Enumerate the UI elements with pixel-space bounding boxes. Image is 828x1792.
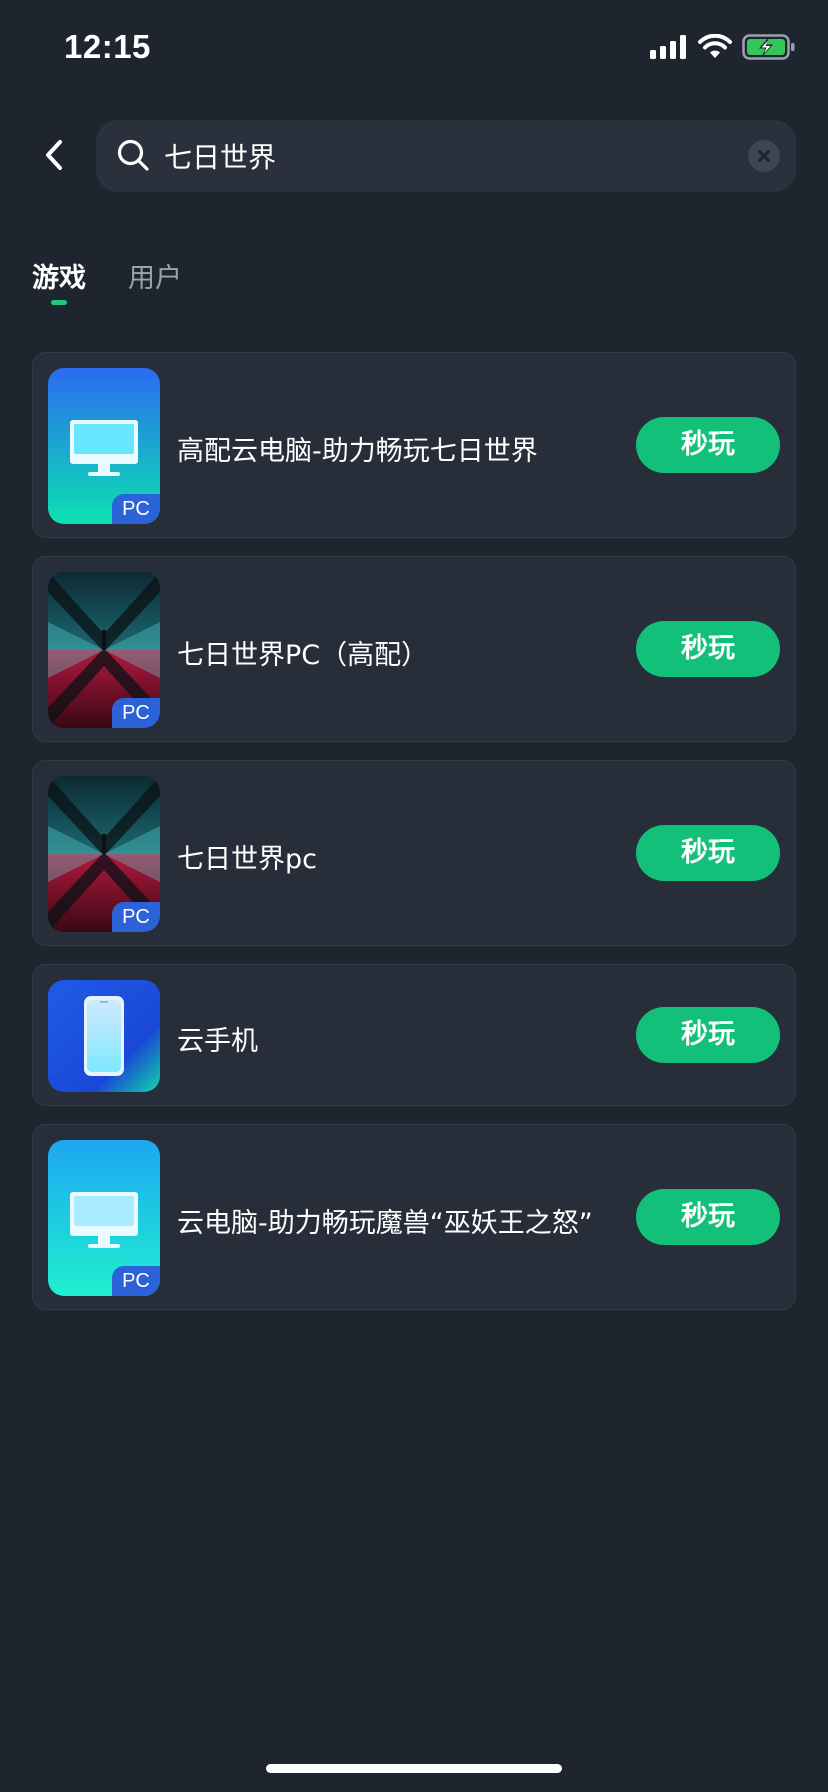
status-time: 12:15 [64, 28, 151, 65]
pc-badge: PC [112, 902, 160, 932]
game-title: 七日世界pc [177, 844, 317, 875]
game-results-list: PC 高配云电脑-助力畅玩七日世界 秒玩 PC 七日世界PC（高配） 秒玩 PC… [32, 352, 796, 1328]
search-results-screen: 12:15 七日世界 游戏 用户 PC 高配云电脑-助力畅玩七日世界 秒玩 PC… [0, 0, 828, 1792]
instant-play-button[interactable]: 秒玩 [636, 1007, 780, 1063]
list-item[interactable]: 云手机 秒玩 [32, 964, 796, 1106]
instant-play-button[interactable]: 秒玩 [636, 621, 780, 677]
search-box[interactable] [96, 120, 796, 192]
list-item[interactable]: PC 七日世界pc 秒玩 [32, 760, 796, 946]
pc-badge: PC [112, 698, 160, 728]
battery-charging-icon [742, 34, 795, 60]
back-button[interactable] [32, 130, 76, 180]
home-indicator[interactable] [266, 1764, 562, 1773]
desktop-monitor-icon: PC [48, 1140, 160, 1296]
list-item[interactable]: PC 高配云电脑-助力畅玩七日世界 秒玩 [32, 352, 796, 538]
once-human-cover-icon: PC [48, 572, 160, 728]
status-bar: 12:15 [0, 0, 828, 100]
list-item[interactable]: PC 七日世界PC（高配） 秒玩 [32, 556, 796, 742]
clear-search-button[interactable] [748, 140, 780, 172]
status-icons [650, 34, 796, 60]
close-icon [758, 150, 770, 162]
game-title: 七日世界PC（高配） [177, 640, 429, 671]
list-item[interactable]: PC 云电脑-助力畅玩魔兽“巫妖王之怒” 秒玩 [32, 1124, 796, 1310]
pc-badge: PC [112, 494, 160, 524]
search-icon [117, 139, 149, 171]
game-title: 云手机 [177, 1026, 258, 1057]
cloud-phone-icon [48, 980, 160, 1092]
instant-play-button[interactable]: 秒玩 [636, 1189, 780, 1245]
active-tab-indicator [51, 300, 67, 305]
instant-play-button[interactable]: 秒玩 [636, 825, 780, 881]
game-title: 云电脑-助力畅玩魔兽“巫妖王之怒” [177, 1208, 593, 1239]
pc-badge: PC [112, 1266, 160, 1296]
tab-users[interactable]: 用户 [128, 256, 182, 295]
instant-play-button[interactable]: 秒玩 [636, 417, 780, 473]
game-title: 高配云电脑-助力畅玩七日世界 [177, 436, 538, 467]
cellular-signal-icon [650, 35, 686, 59]
wifi-icon [698, 34, 732, 58]
search-input[interactable] [164, 132, 724, 180]
tab-games[interactable]: 游戏 [32, 256, 86, 295]
once-human-cover-icon: PC [48, 776, 160, 932]
chevron-left-icon [46, 140, 62, 170]
desktop-monitor-icon: PC [48, 368, 160, 524]
